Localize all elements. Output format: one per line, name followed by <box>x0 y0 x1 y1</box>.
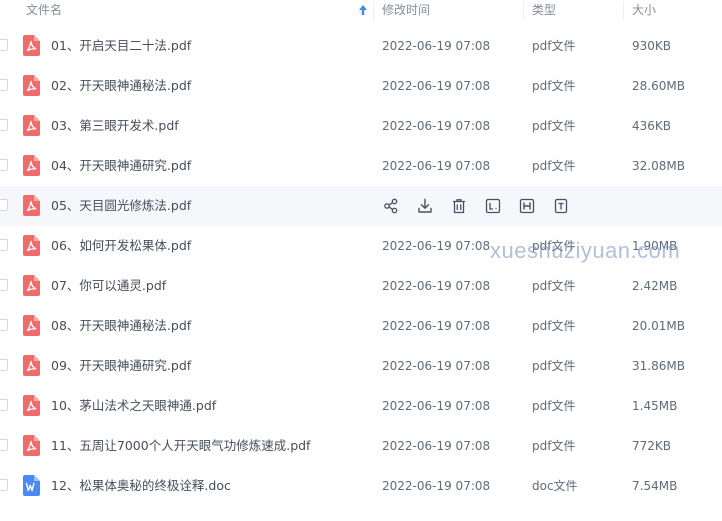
file-type: pdf文件 <box>532 359 576 373</box>
pdf-file-icon <box>23 235 40 256</box>
file-name[interactable]: 06、如何开发松果体.pdf <box>51 226 191 266</box>
file-row[interactable]: 05、天目圆光修炼法.pdf <box>0 186 722 226</box>
row-checkbox[interactable] <box>0 79 8 91</box>
file-name[interactable]: 04、开天眼神通研究.pdf <box>51 146 191 186</box>
file-name[interactable]: 08、开天眼神通秘法.pdf <box>51 306 191 346</box>
pdf-file-icon <box>23 395 40 416</box>
pdf-file-icon <box>23 315 40 336</box>
column-header-size[interactable]: 大小 <box>632 0 656 22</box>
file-modified-time: 2022-06-19 07:08 <box>382 319 491 333</box>
row-checkbox[interactable] <box>0 399 8 411</box>
file-row[interactable]: 07、你可以通灵.pdf 2022-06-19 07:08 pdf文件 2.42MB <box>0 266 722 306</box>
file-row[interactable]: 11、五周让7000个人开天眼气功修炼速成.pdf 2022-06-19 07:0… <box>0 426 722 466</box>
file-size: 32.08MB <box>632 159 685 173</box>
pdf-file-icon <box>23 155 40 176</box>
row-checkbox[interactable] <box>0 279 8 291</box>
share-icon[interactable] <box>382 197 400 215</box>
file-modified-time: 2022-06-19 07:08 <box>382 39 491 53</box>
row-checkbox[interactable] <box>0 159 8 171</box>
file-size: 31.86MB <box>632 359 685 373</box>
delete-icon[interactable] <box>450 197 468 215</box>
file-name[interactable]: 01、开启天目二十法.pdf <box>51 26 191 66</box>
file-type: pdf文件 <box>532 159 576 173</box>
column-divider[interactable] <box>373 2 374 20</box>
file-row[interactable]: 03、第三眼开发术.pdf 2022-06-19 07:08 pdf文件 436KB <box>0 106 722 146</box>
pdf-file-icon <box>23 275 40 296</box>
file-size: 1.45MB <box>632 399 678 413</box>
file-modified-time: 2022-06-19 07:08 <box>382 119 491 133</box>
pdf-file-icon <box>23 115 40 136</box>
file-row[interactable]: 08、开天眼神通秘法.pdf 2022-06-19 07:08 pdf文件 20.01… <box>0 306 722 346</box>
row-checkbox[interactable] <box>0 39 8 51</box>
file-type: pdf文件 <box>532 39 576 53</box>
file-row[interactable]: 09、开天眼神通研究.pdf 2022-06-19 07:08 pdf文件 31.86… <box>0 346 722 386</box>
file-type: pdf文件 <box>532 279 576 293</box>
file-size: 772KB <box>632 439 672 453</box>
pdf-file-icon <box>23 435 40 456</box>
pdf-file-icon <box>23 75 40 96</box>
column-header-type[interactable]: 类型 <box>532 0 556 22</box>
list-header: 文件名 修改时间 类型 大小 <box>0 0 722 22</box>
file-size: 7.54MB <box>632 479 678 493</box>
file-type: pdf文件 <box>532 439 576 453</box>
column-divider[interactable] <box>523 2 524 20</box>
row-checkbox[interactable] <box>0 239 8 251</box>
file-modified-time: 2022-06-19 07:08 <box>382 279 491 293</box>
file-row[interactable]: 01、开启天目二十法.pdf 2022-06-19 07:08 pdf文件 930KB <box>0 26 722 66</box>
pdf-file-icon <box>23 35 40 56</box>
copy-icon[interactable] <box>518 197 536 215</box>
row-checkbox[interactable] <box>0 439 8 451</box>
watermark: xueshuziyuan.com <box>490 238 681 263</box>
file-type: pdf文件 <box>532 119 576 133</box>
file-row[interactable]: 02、开天眼神通秘法.pdf 2022-06-19 07:08 pdf文件 28.60… <box>0 66 722 106</box>
file-modified-time: 2022-06-19 07:08 <box>382 479 491 493</box>
file-size: 436KB <box>632 119 672 133</box>
file-modified-time: 2022-06-19 07:08 <box>382 239 491 253</box>
row-checkbox[interactable] <box>0 199 8 211</box>
pdf-file-icon <box>23 195 40 216</box>
file-row[interactable]: 04、开天眼神通研究.pdf 2022-06-19 07:08 pdf文件 32.08… <box>0 146 722 186</box>
file-name[interactable]: 09、开天眼神通研究.pdf <box>51 346 191 386</box>
row-checkbox[interactable] <box>0 319 8 331</box>
row-checkbox[interactable] <box>0 479 8 491</box>
word-file-icon <box>23 475 40 496</box>
file-size: 2.42MB <box>632 279 678 293</box>
file-modified-time: 2022-06-19 07:08 <box>382 439 491 453</box>
file-type: pdf文件 <box>532 319 576 333</box>
file-name[interactable]: 11、五周让7000个人开天眼气功修炼速成.pdf <box>51 426 310 466</box>
rename-icon[interactable] <box>484 197 502 215</box>
file-name[interactable]: 12、松果体奥秘的终极诠释.doc <box>51 466 231 506</box>
file-row[interactable]: 10、茅山法术之天眼神通.pdf 2022-06-19 07:08 pdf文件 1.4… <box>0 386 722 426</box>
file-name[interactable]: 02、开天眼神通秘法.pdf <box>51 66 191 106</box>
file-name[interactable]: 07、你可以通灵.pdf <box>51 266 166 306</box>
sort-ascending-icon[interactable] <box>358 4 368 16</box>
file-size: 20.01MB <box>632 319 685 333</box>
file-modified-time: 2022-06-19 07:08 <box>382 399 491 413</box>
pdf-file-icon <box>23 355 40 376</box>
row-checkbox[interactable] <box>0 119 8 131</box>
more-icon[interactable] <box>552 197 570 215</box>
file-modified-time: 2022-06-19 07:08 <box>382 159 491 173</box>
file-type: doc文件 <box>532 479 578 493</box>
column-header-name[interactable]: 文件名 <box>26 0 62 22</box>
file-list: 文件名 修改时间 类型 大小 01、开启天目二十法.pdf 2022-06-19 … <box>0 0 722 521</box>
column-divider[interactable] <box>623 2 624 20</box>
file-size: 930KB <box>632 39 672 53</box>
file-modified-time: 2022-06-19 07:08 <box>382 359 491 373</box>
download-icon[interactable] <box>416 197 434 215</box>
file-name[interactable]: 03、第三眼开发术.pdf <box>51 106 179 146</box>
file-type: pdf文件 <box>532 399 576 413</box>
file-row[interactable]: 12、松果体奥秘的终极诠释.doc 2022-06-19 07:08 doc文件 7.… <box>0 466 722 506</box>
file-modified-time: 2022-06-19 07:08 <box>382 79 491 93</box>
file-type: pdf文件 <box>532 79 576 93</box>
row-checkbox[interactable] <box>0 359 8 371</box>
file-name[interactable]: 05、天目圆光修炼法.pdf <box>51 186 191 226</box>
file-name[interactable]: 10、茅山法术之天眼神通.pdf <box>51 386 216 426</box>
file-size: 28.60MB <box>632 79 685 93</box>
column-header-modified[interactable]: 修改时间 <box>382 0 430 22</box>
